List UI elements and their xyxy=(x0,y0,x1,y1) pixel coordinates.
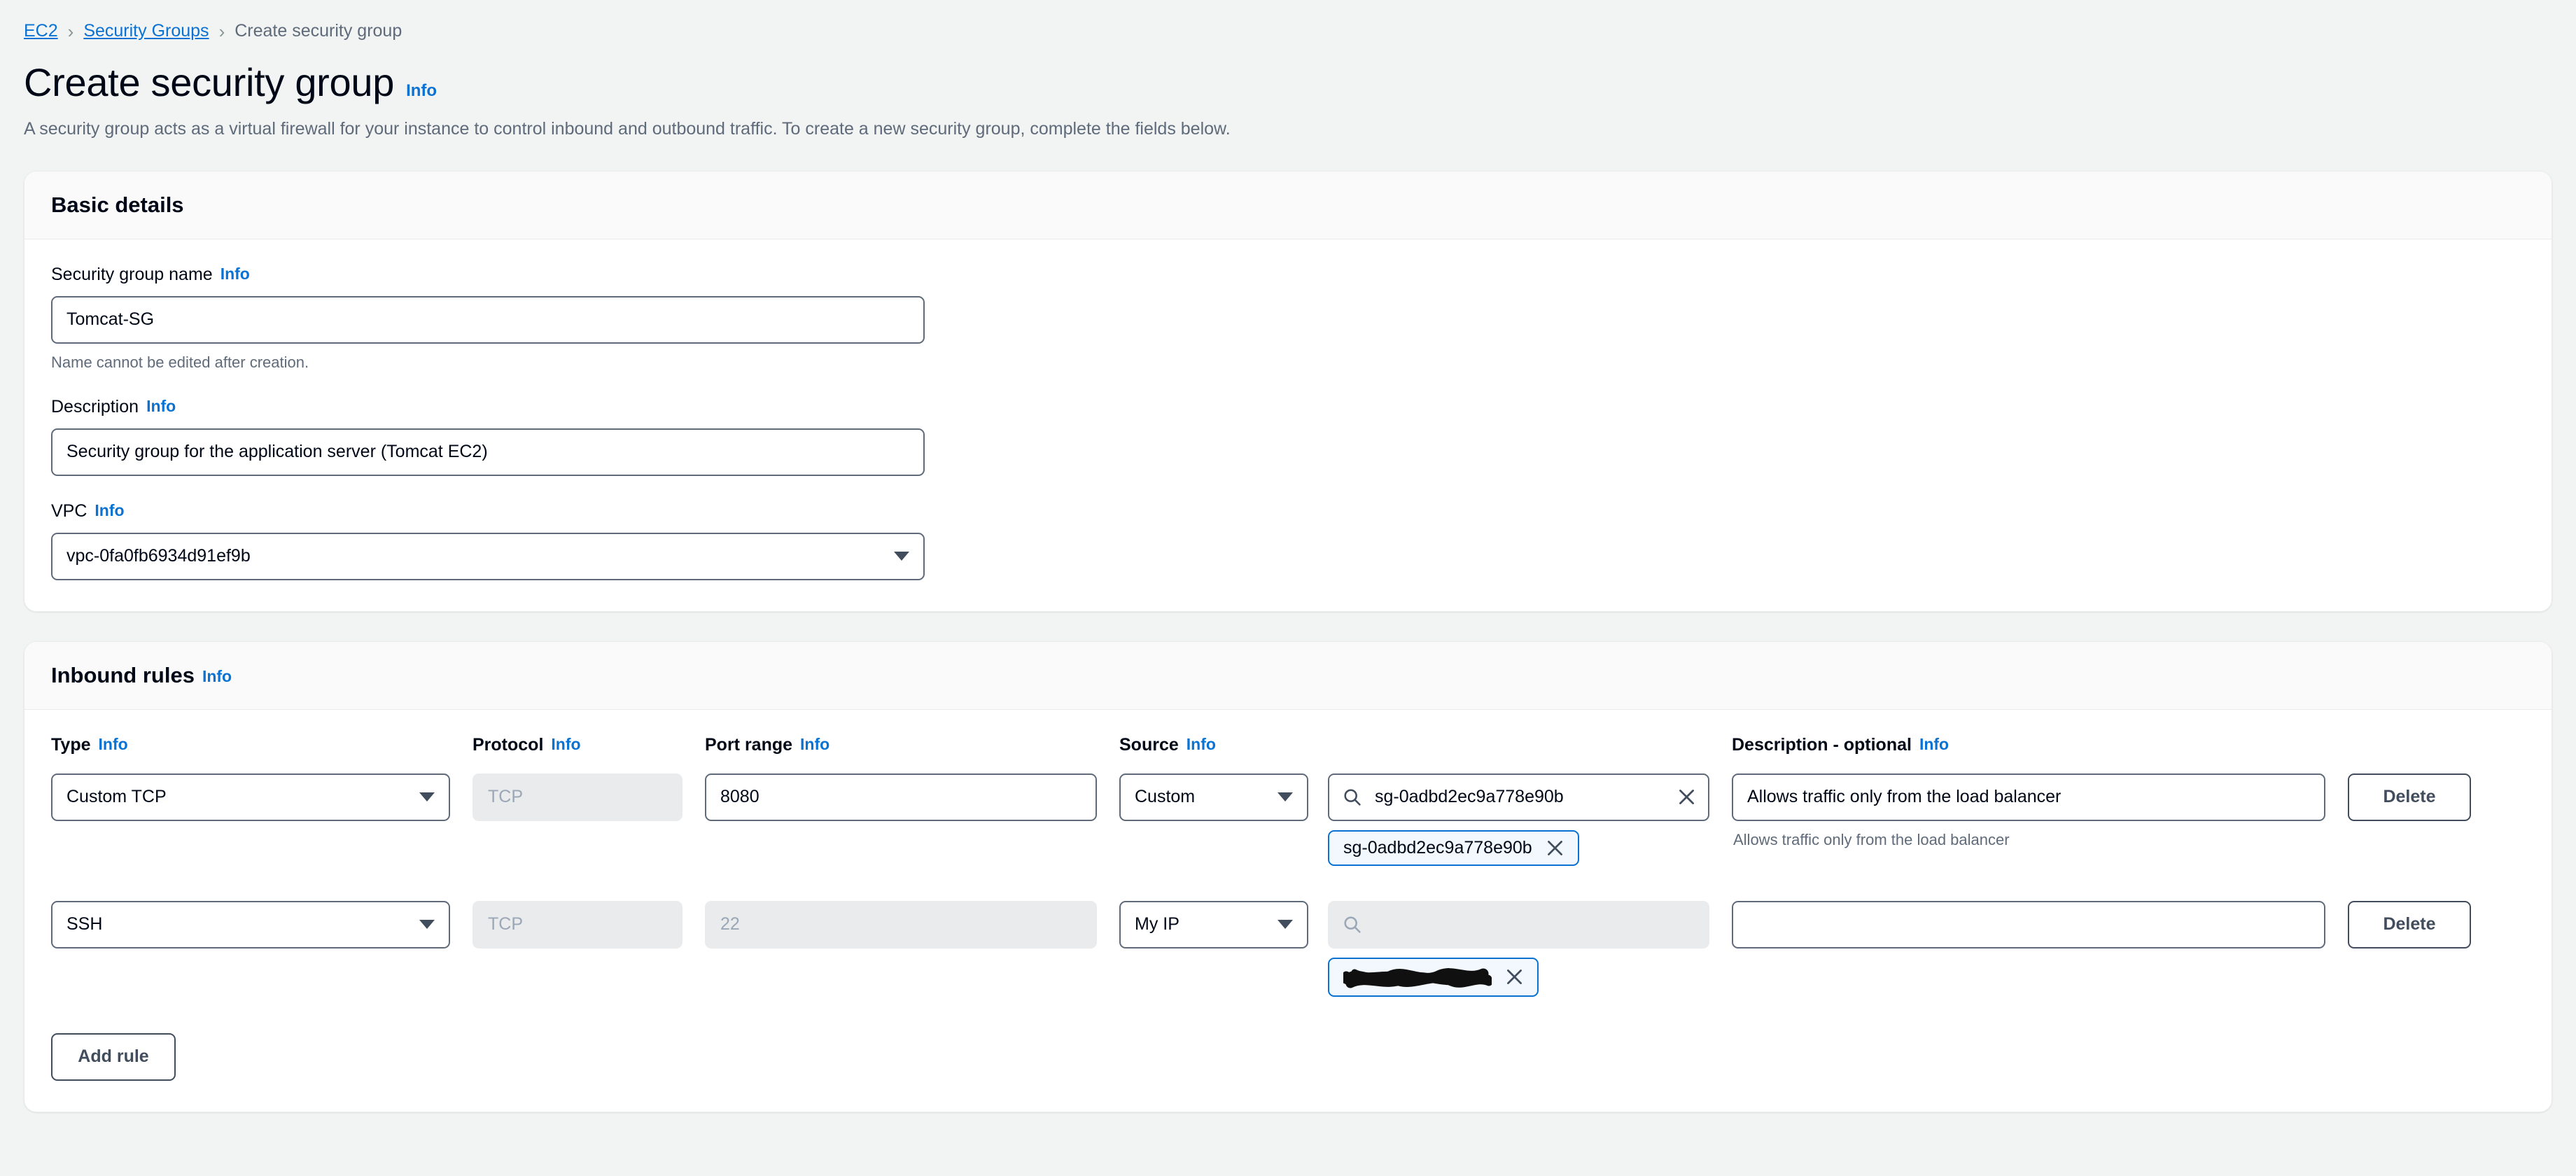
inbound-rules-column-headers: Type Info Protocol Info Port range Info … xyxy=(51,735,2525,755)
basic-details-body: Security group name Info Tomcat-SG Name … xyxy=(24,239,2552,611)
column-header-source: Source Info xyxy=(1119,735,1308,755)
rule-type-select[interactable]: SSH xyxy=(51,900,450,948)
breadcrumb-item-current: Create security group xyxy=(234,21,402,41)
rule-source-token-redacted[interactable] xyxy=(1328,957,1539,997)
vpc-label: VPC Info xyxy=(51,501,2525,522)
description-label: Description Info xyxy=(51,397,2525,417)
rule-source-value: My IP xyxy=(1135,914,1180,934)
security-group-name-hint: Name cannot be edited after creation. xyxy=(51,353,309,371)
description-input[interactable]: Security group for the application serve… xyxy=(51,428,925,476)
security-group-name-label: Security group name Info xyxy=(51,265,2525,285)
vpc-selected-value: vpc-0fa0fb6934d91ef9b xyxy=(66,546,251,566)
search-icon xyxy=(1342,787,1362,807)
basic-details-header: Basic details xyxy=(24,171,2552,239)
breadcrumb-separator-icon: › xyxy=(67,20,74,42)
column-header-type-info-link[interactable]: Info xyxy=(99,735,128,754)
vpc-select[interactable]: vpc-0fa0fb6934d91ef9b xyxy=(51,532,925,580)
chevron-down-icon xyxy=(1278,920,1293,930)
breadcrumb-item-ec2[interactable]: EC2 xyxy=(24,21,58,41)
rule-description-hint: Allows traffic only from the load balanc… xyxy=(1733,830,2010,848)
rule-type-value: SSH xyxy=(66,914,103,934)
column-header-port-range: Port range Info xyxy=(705,735,1097,755)
rule-protocol-input: TCP xyxy=(472,900,682,948)
breadcrumb-item-security-groups[interactable]: Security Groups xyxy=(83,21,209,41)
close-icon[interactable] xyxy=(1676,787,1697,807)
rule-port-range-input[interactable]: 8080 xyxy=(705,773,1097,821)
rule-source-value: Custom xyxy=(1135,787,1196,807)
description-field: Description Info Security group for the … xyxy=(51,397,2525,476)
vpc-label-text: VPC xyxy=(51,500,88,521)
rule-source-search-value: sg-0adbd2ec9a778e90b xyxy=(1375,787,1564,807)
column-header-description-text: Description - optional xyxy=(1732,734,1912,755)
rule-type-value: Custom TCP xyxy=(66,787,167,807)
delete-rule-button[interactable]: Delete xyxy=(2348,900,2471,948)
rule-description-input[interactable]: Allows traffic only from the load balanc… xyxy=(1732,773,2325,821)
add-rule-button[interactable]: Add rule xyxy=(51,1032,176,1081)
page-title: Create security group xyxy=(24,60,395,104)
column-header-protocol-text: Protocol xyxy=(472,734,544,755)
close-icon[interactable] xyxy=(1504,967,1525,987)
column-header-type-text: Type xyxy=(51,734,91,755)
column-header-source-text: Source xyxy=(1119,734,1179,755)
security-group-name-field: Security group name Info Tomcat-SG Name … xyxy=(51,265,2525,372)
column-header-type: Type Info xyxy=(51,735,450,755)
page-description: A security group acts as a virtual firew… xyxy=(24,118,1231,139)
rule-protocol-input: TCP xyxy=(472,773,682,821)
rule-source-token-wrap xyxy=(1328,957,1709,997)
breadcrumb-separator-icon: › xyxy=(218,20,225,42)
vpc-field: VPC Info vpc-0fa0fb6934d91ef9b xyxy=(51,501,2525,580)
rule-source-search-input xyxy=(1328,900,1709,948)
chevron-down-icon xyxy=(894,552,909,561)
rule-source-search-input[interactable]: sg-0adbd2ec9a778e90b xyxy=(1328,773,1709,821)
chevron-down-icon xyxy=(419,920,435,930)
close-icon[interactable] xyxy=(1545,838,1565,858)
basic-details-title: Basic details xyxy=(51,192,184,217)
security-group-name-input[interactable]: Tomcat-SG xyxy=(51,295,925,344)
redaction-mark xyxy=(1343,965,1492,989)
column-header-port-range-info-link[interactable]: Info xyxy=(800,735,830,754)
column-header-description-info-link[interactable]: Info xyxy=(1919,735,1949,754)
search-icon xyxy=(1342,914,1362,934)
column-header-protocol-info-link[interactable]: Info xyxy=(551,735,580,754)
description-info-link[interactable]: Info xyxy=(146,397,176,416)
inbound-rules-body: Type Info Protocol Info Port range Info … xyxy=(24,709,2552,1112)
rule-source-select[interactable]: Custom xyxy=(1119,773,1308,821)
table-row: Custom TCP TCP 8080 Custom sg-0adbd2ec9a… xyxy=(51,773,2525,866)
breadcrumb: EC2 › Security Groups › Create security … xyxy=(0,0,2576,41)
page-info-link[interactable]: Info xyxy=(406,81,437,101)
rule-source-token-label: sg-0adbd2ec9a778e90b xyxy=(1343,837,1532,858)
column-header-port-range-text: Port range xyxy=(705,734,793,755)
rule-port-range-input: 22 xyxy=(705,900,1097,948)
rule-description-input[interactable] xyxy=(1732,900,2325,948)
table-row: SSH TCP 22 My IP Delete xyxy=(51,900,2525,997)
inbound-rules-header: Inbound rules Info xyxy=(24,641,2552,710)
page-header: Create security group Info xyxy=(0,41,2576,104)
description-label-text: Description xyxy=(51,396,139,416)
column-header-source-info-link[interactable]: Info xyxy=(1186,735,1216,754)
chevron-down-icon xyxy=(1278,792,1293,802)
inbound-rules-title: Inbound rules xyxy=(51,662,195,687)
security-group-name-info-link[interactable]: Info xyxy=(220,265,250,284)
security-group-name-label-text: Security group name xyxy=(51,264,213,284)
rule-type-select[interactable]: Custom TCP xyxy=(51,773,450,821)
rule-source-select[interactable]: My IP xyxy=(1119,900,1308,948)
rule-source-token-wrap: sg-0adbd2ec9a778e90b xyxy=(1328,830,1709,866)
delete-rule-button[interactable]: Delete xyxy=(2348,773,2471,821)
basic-details-panel: Basic details Security group name Info T… xyxy=(24,170,2552,612)
vpc-info-link[interactable]: Info xyxy=(94,501,124,520)
column-header-protocol: Protocol Info xyxy=(472,735,682,755)
inbound-rules-info-link[interactable]: Info xyxy=(202,667,232,686)
column-header-description: Description - optional Info xyxy=(1732,735,2325,755)
inbound-rules-panel: Inbound rules Info Type Info Protocol In… xyxy=(24,640,2552,1112)
chevron-down-icon xyxy=(419,792,435,802)
rule-source-token[interactable]: sg-0adbd2ec9a778e90b xyxy=(1328,830,1579,866)
